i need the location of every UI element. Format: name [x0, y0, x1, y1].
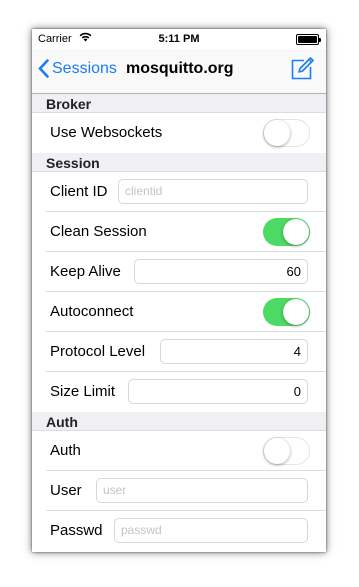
- back-button-label: Sessions: [52, 59, 117, 77]
- auth-label: Auth: [50, 442, 81, 459]
- keep-alive-label: Keep Alive: [50, 263, 121, 280]
- section-header-auth: Auth: [32, 412, 326, 431]
- row-keep-alive: Keep Alive 60: [32, 252, 326, 292]
- client-id-label: Client ID: [50, 183, 108, 200]
- row-clean-session: Clean Session: [32, 212, 326, 252]
- autoconnect-label: Autoconnect: [50, 303, 134, 320]
- chevron-left-icon: [38, 59, 49, 78]
- compose-button[interactable]: [290, 57, 314, 86]
- use-websockets-label: Use Websockets: [50, 124, 163, 141]
- compose-icon: [291, 57, 314, 80]
- keep-alive-field[interactable]: 60: [134, 259, 308, 284]
- status-time: 5:11 PM: [158, 33, 200, 45]
- page-title: mosquitto.org: [126, 60, 234, 77]
- passwd-field[interactable]: passwd: [114, 518, 308, 543]
- protocol-level-field[interactable]: 4: [160, 339, 308, 364]
- user-field[interactable]: user: [96, 478, 308, 503]
- section-header-session: Session: [32, 153, 326, 172]
- section-header-broker: Broker: [32, 94, 326, 113]
- row-passwd: Passwd passwd: [32, 511, 326, 551]
- autoconnect-switch[interactable]: [263, 298, 310, 326]
- size-limit-field[interactable]: 0: [128, 379, 308, 404]
- device-screen: Carrier 5:11 PM Sessions mosquitto.org B…: [32, 29, 326, 552]
- user-label: User: [50, 482, 82, 499]
- status-bar: Carrier 5:11 PM: [32, 29, 326, 49]
- passwd-label: Passwd: [50, 522, 103, 539]
- navigation-bar: Sessions mosquitto.org: [32, 49, 326, 94]
- battery-icon: [296, 34, 321, 45]
- auth-switch[interactable]: [263, 437, 310, 465]
- use-websockets-switch[interactable]: [263, 119, 310, 147]
- protocol-level-label: Protocol Level: [50, 343, 146, 360]
- size-limit-label: Size Limit: [50, 383, 116, 400]
- settings-table: Broker Use Websockets Session Client ID …: [32, 94, 326, 551]
- clean-session-switch[interactable]: [263, 218, 310, 246]
- row-use-websockets: Use Websockets: [32, 113, 326, 153]
- back-button[interactable]: Sessions: [38, 59, 117, 78]
- row-auth: Auth: [32, 431, 326, 471]
- row-size-limit: Size Limit 0: [32, 372, 326, 412]
- row-client-id: Client ID clientid: [32, 172, 326, 212]
- clean-session-label: Clean Session: [50, 223, 147, 240]
- row-protocol-level: Protocol Level 4: [32, 332, 326, 372]
- client-id-field[interactable]: clientid: [118, 179, 308, 204]
- row-user: User user: [32, 471, 326, 511]
- row-autoconnect: Autoconnect: [32, 292, 326, 332]
